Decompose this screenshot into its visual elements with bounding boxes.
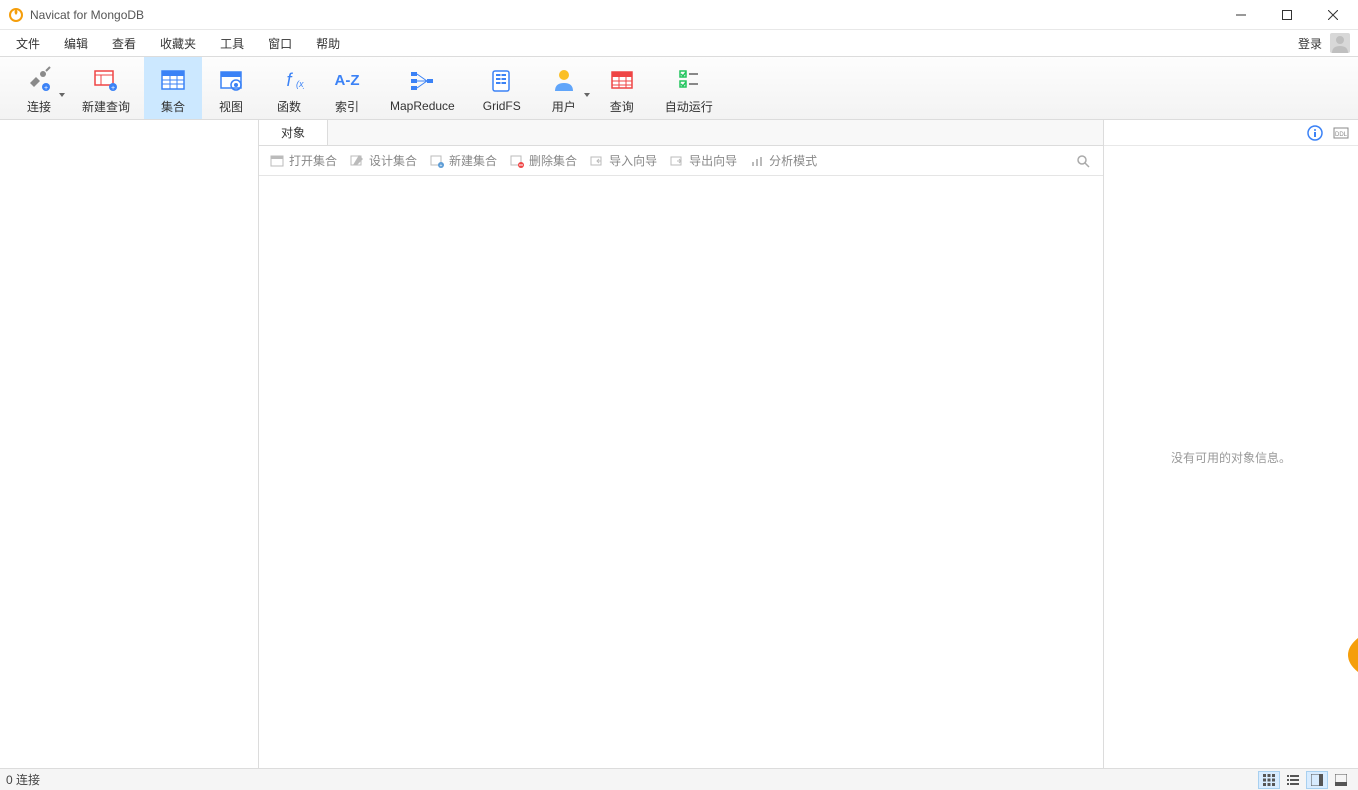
plug-icon: + [24, 64, 54, 96]
center-panel: 对象 打开集合 设计集合 +新建集合 删除集合 导入向导 导出向导 分析模式 [259, 120, 1104, 768]
export-wizard-button[interactable]: 导出向导 [663, 149, 743, 172]
statusbar: 0 连接 [0, 768, 1358, 790]
svg-text:f: f [287, 70, 294, 90]
menu-window[interactable]: 窗口 [256, 31, 304, 56]
function-icon: f(x) [274, 64, 304, 96]
toolbar-label: 用户 [552, 98, 576, 115]
analyze-schema-button[interactable]: 分析模式 [743, 149, 823, 172]
delete-icon [509, 153, 525, 169]
chevron-down-icon [584, 93, 590, 97]
toolbar-query[interactable]: 查询 [593, 57, 651, 119]
toolbar-label: 集合 [161, 98, 185, 115]
search-button[interactable] [1073, 151, 1093, 171]
status-text: 0 连接 [6, 771, 40, 788]
svg-text:DDL: DDL [1335, 132, 1348, 138]
query-icon [607, 64, 637, 96]
info-button[interactable] [1306, 124, 1324, 142]
toolbar-index[interactable]: A-Z 索引 [318, 57, 376, 119]
toggle-info-panel-button[interactable] [1306, 771, 1328, 789]
toolbar-connection[interactable]: + 连接 [10, 57, 68, 119]
svg-text:+: + [111, 85, 115, 92]
table-icon [158, 64, 188, 96]
index-icon: A-Z [332, 64, 362, 96]
import-wizard-button[interactable]: 导入向导 [583, 149, 663, 172]
open-icon [269, 153, 285, 169]
view-list-button[interactable] [1282, 771, 1304, 789]
svg-text:+: + [440, 163, 443, 168]
toolbar-label: 视图 [219, 98, 243, 115]
toolbar-new-query[interactable]: + 新建查询 [68, 57, 144, 119]
toolbar-automation[interactable]: 自动运行 [651, 57, 727, 119]
chevron-down-icon [59, 93, 65, 97]
new-icon: + [429, 153, 445, 169]
toolbar-mapreduce[interactable]: MapReduce [376, 57, 469, 119]
toolbar-label: 新建查询 [82, 98, 130, 115]
design-collection-button[interactable]: 设计集合 [343, 149, 423, 172]
design-icon [349, 153, 365, 169]
toolbar-function[interactable]: f(x) 函数 [260, 57, 318, 119]
menu-file[interactable]: 文件 [4, 31, 52, 56]
toolbar-collection[interactable]: 集合 [144, 57, 202, 119]
ddl-button[interactable]: DDL [1332, 124, 1350, 142]
automation-icon [674, 64, 704, 96]
user-icon [549, 64, 579, 96]
toolbar-user[interactable]: 用户 [535, 57, 593, 119]
object-list[interactable] [259, 176, 1103, 768]
view-icon [216, 64, 246, 96]
tab-objects[interactable]: 对象 [259, 120, 328, 145]
main-area: 对象 打开集合 设计集合 +新建集合 删除集合 导入向导 导出向导 分析模式 D… [0, 120, 1358, 768]
svg-text:A-Z: A-Z [335, 72, 360, 89]
maximize-button[interactable] [1264, 0, 1310, 30]
main-toolbar: + 连接 + 新建查询 集合 视图 f(x) 函数 A-Z 索引 MapRedu… [0, 56, 1358, 120]
tab-bar: 对象 [259, 120, 1103, 146]
menu-view[interactable]: 查看 [100, 31, 148, 56]
notification-peek-icon[interactable] [1348, 638, 1358, 672]
chart-icon [749, 153, 765, 169]
app-icon [8, 7, 24, 23]
delete-collection-button[interactable]: 删除集合 [503, 149, 583, 172]
object-toolbar: 打开集合 设计集合 +新建集合 删除集合 导入向导 导出向导 分析模式 [259, 146, 1103, 176]
menu-edit[interactable]: 编辑 [52, 31, 100, 56]
svg-text:+: + [44, 85, 48, 92]
window-title: Navicat for MongoDB [30, 8, 1218, 22]
toolbar-label: 函数 [277, 98, 301, 115]
close-button[interactable] [1310, 0, 1356, 30]
login-button[interactable]: 登录 [1292, 31, 1328, 56]
titlebar: Navicat for MongoDB [0, 0, 1358, 30]
toolbar-view[interactable]: 视图 [202, 57, 260, 119]
menu-help[interactable]: 帮助 [304, 31, 352, 56]
toolbar-label: 索引 [335, 98, 359, 115]
import-icon [589, 153, 605, 169]
view-grid-button[interactable] [1258, 771, 1280, 789]
svg-text:(x): (x) [296, 79, 304, 89]
export-icon [669, 153, 685, 169]
tab-bar-empty [328, 120, 1103, 145]
gridfs-icon [487, 65, 517, 97]
toolbar-label: 连接 [27, 98, 51, 115]
toolbar-label: GridFS [483, 99, 521, 113]
connection-tree[interactable] [0, 120, 259, 768]
minimize-button[interactable] [1218, 0, 1264, 30]
info-message: 没有可用的对象信息。 [1171, 449, 1291, 466]
new-query-icon: + [91, 64, 121, 96]
open-collection-button[interactable]: 打开集合 [263, 149, 343, 172]
toolbar-label: 自动运行 [665, 98, 713, 115]
info-panel: DDL 没有可用的对象信息。 [1104, 120, 1358, 768]
new-collection-button[interactable]: +新建集合 [423, 149, 503, 172]
toolbar-label: 查询 [610, 98, 634, 115]
mapreduce-icon [407, 65, 437, 97]
menu-tools[interactable]: 工具 [208, 31, 256, 56]
toolbar-gridfs[interactable]: GridFS [469, 57, 535, 119]
info-panel-toolbar: DDL [1104, 120, 1358, 146]
menu-favorites[interactable]: 收藏夹 [148, 31, 208, 56]
toggle-bottom-panel-button[interactable] [1330, 771, 1352, 789]
avatar-icon[interactable] [1330, 33, 1350, 53]
toolbar-label: MapReduce [390, 99, 455, 113]
menubar: 文件 编辑 查看 收藏夹 工具 窗口 帮助 登录 [0, 30, 1358, 56]
